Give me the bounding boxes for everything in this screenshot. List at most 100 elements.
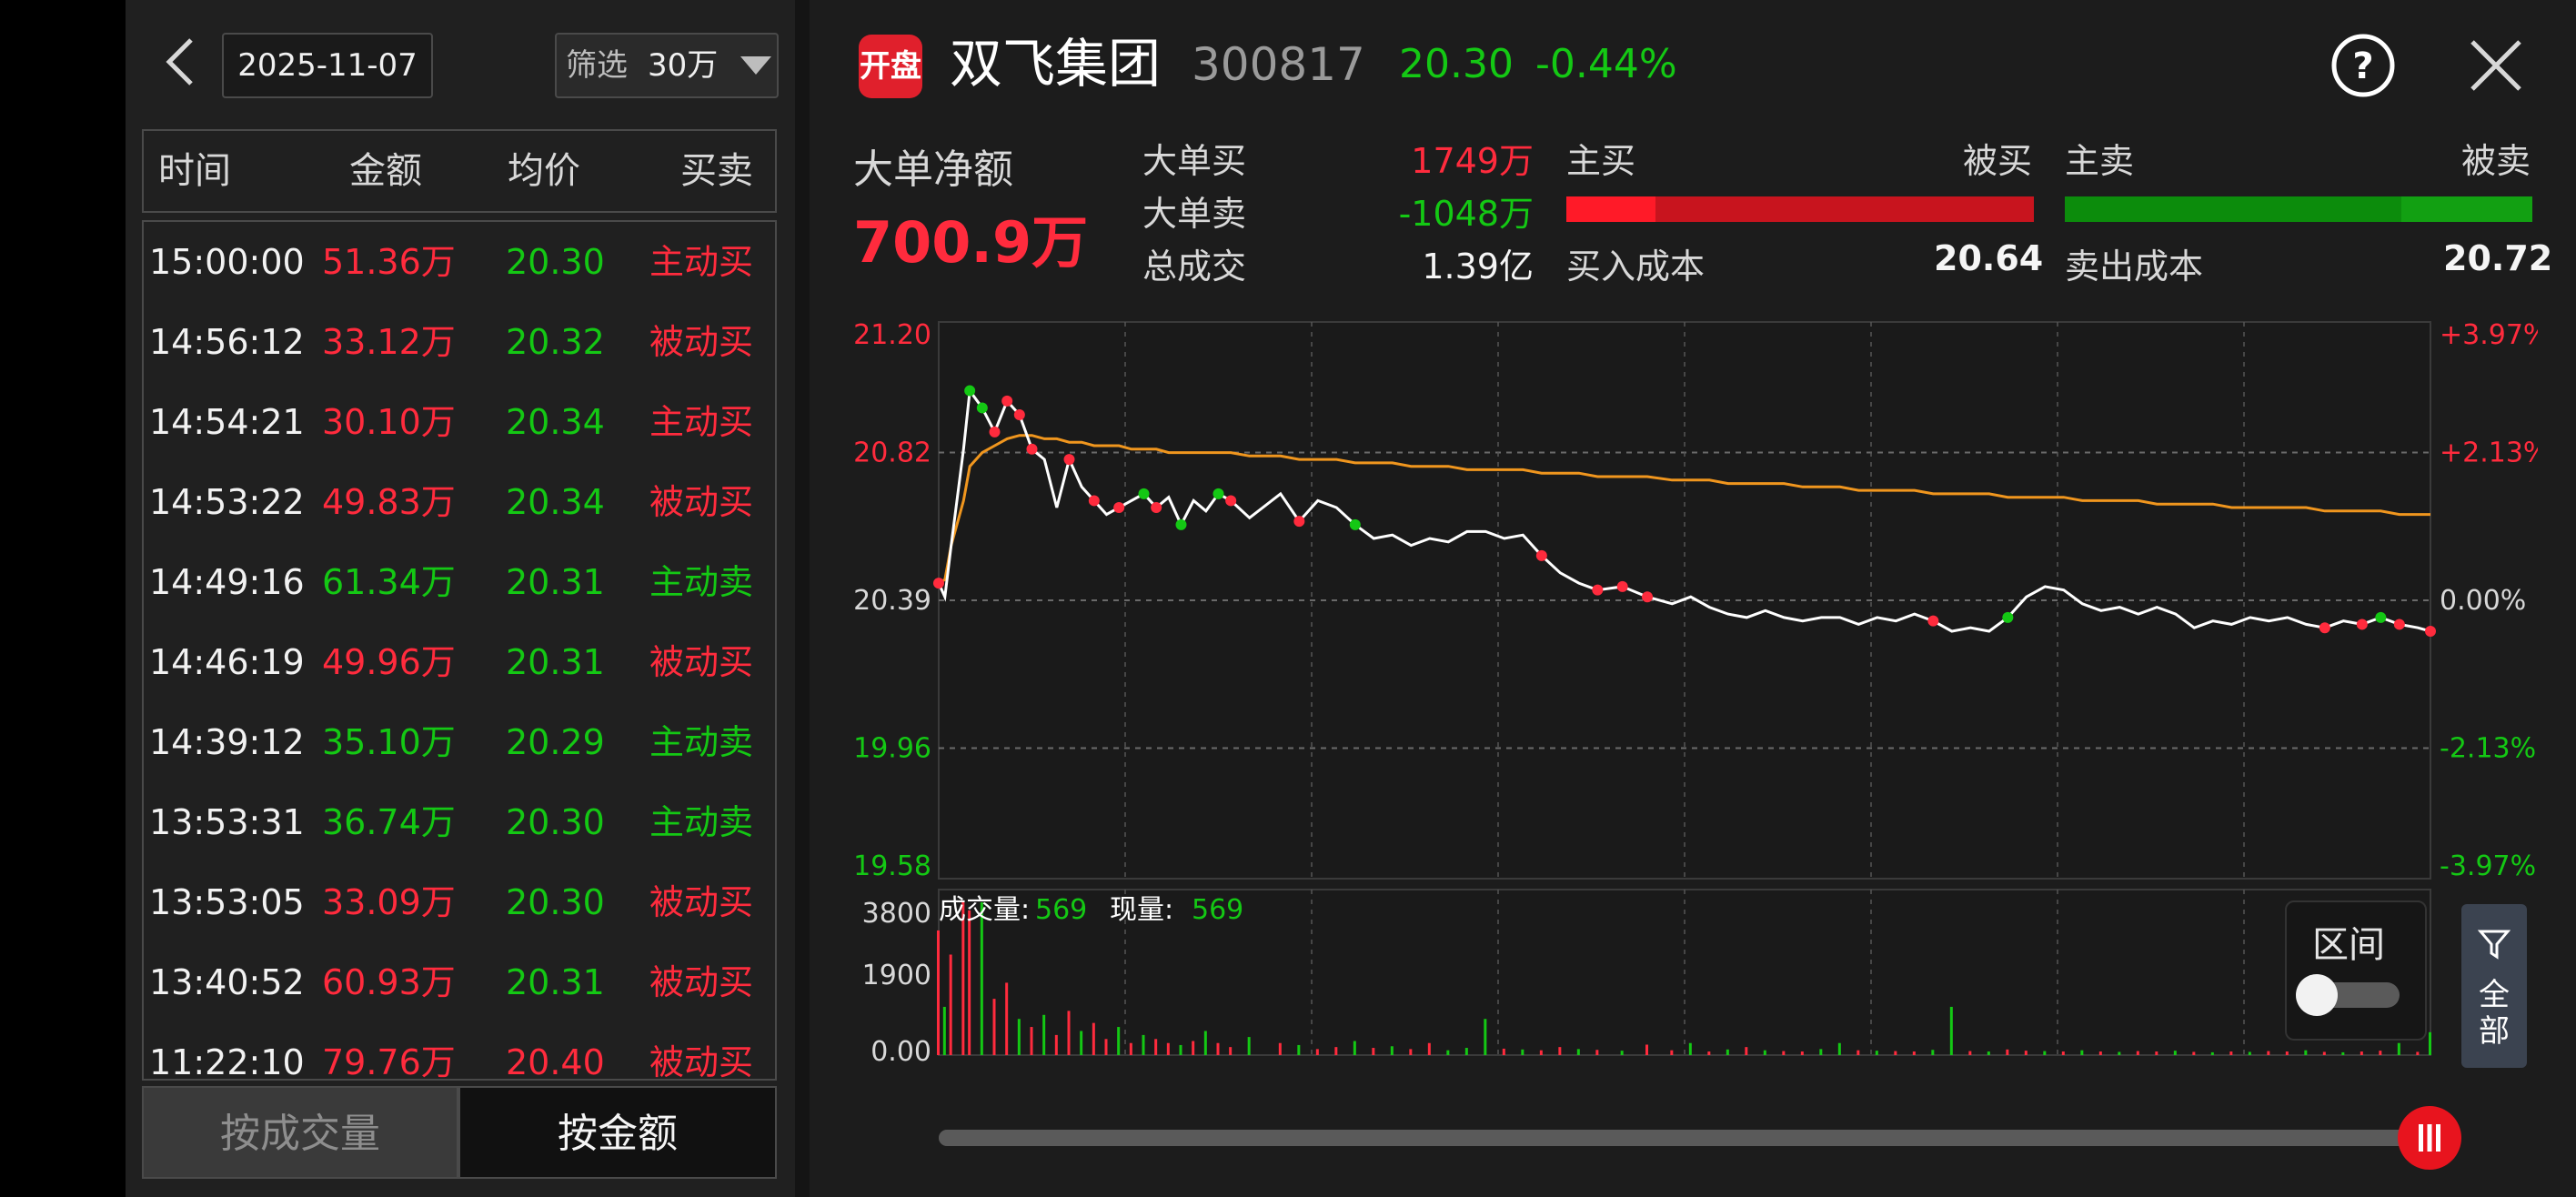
volume-bar [1297,1044,1301,1055]
x-tick-label: 11:00 [1459,1063,1537,1064]
volume-bar [1558,1047,1562,1055]
table-row[interactable]: 13:53:31 36.74万 20.30 主动卖 [144,782,775,862]
volume-bar [1092,1022,1095,1055]
main-sell-label: 主卖 [2065,141,2135,181]
trade-marker-buy [1225,495,1237,507]
table-row[interactable]: 14:39:12 35.10万 20.29 主动卖 [144,702,775,782]
table-row[interactable]: 11:22:10 79.76万 20.40 被动买 [144,1022,775,1081]
volume-bar [1179,1044,1182,1055]
row-time: 11:22:10 [149,1042,305,1081]
x-tick-label: 13:30 [1832,1063,1910,1064]
volume-bar [937,930,940,1055]
time-range-slider-track[interactable] [939,1130,2430,1146]
table-row[interactable]: 14:49:16 61.34万 20.31 主动卖 [144,542,775,622]
filter-all-label: 全部 [2479,977,2510,1050]
row-avg-price: 20.31 [506,562,605,602]
trade-marker-buy [1927,615,1939,627]
stock-change-percent: -0.44% [1535,41,1677,87]
table-row[interactable]: 15:00:00 51.36万 20.30 主动买 [144,222,775,302]
by-volume-tab[interactable]: 按成交量 [142,1086,458,1179]
row-amount: 79.76万 [322,1042,456,1081]
app-logo: 开盘 [859,35,922,98]
filter-icon [2478,930,2511,960]
trade-marker-sell [1213,488,1224,499]
volume-bar [1334,1047,1338,1055]
volume-bar [1502,1048,1505,1055]
volume-info-text: 成交量: [939,894,1030,926]
amount-filter-select[interactable]: 筛选 30万 [555,33,779,98]
trade-marker-buy [1616,580,1628,592]
svg-text:?: ? [2352,45,2373,87]
row-avg-price: 20.29 [506,722,605,762]
stock-name: 双飞集团 [950,33,1162,95]
row-trade-type: 主动卖 [649,802,754,842]
volume-bar [1620,1051,1624,1055]
volume-bar [1782,1051,1786,1055]
table-row[interactable]: 14:56:12 33.12万 20.32 被动买 [144,302,775,382]
row-time: 13:53:05 [149,882,305,922]
table-row[interactable]: 14:46:19 49.96万 20.31 被动买 [144,622,775,702]
volume-bar [2341,1051,2345,1055]
volume-info-text: 569 [1035,894,1087,926]
intraday-chart[interactable]: 21.20 +3.97% 20.82 +2.13% 20.39 0.00% 19.96 -2.… [846,300,2549,1095]
trade-table-body[interactable]: 15:00:00 51.36万 20.30 主动买 14:56:12 33.12万 20.3… [142,220,777,1081]
volume-bar [1216,1042,1220,1055]
row-trade-type: 主动买 [649,402,754,442]
volume-bar [1080,1031,1083,1055]
row-amount: 49.96万 [322,642,456,682]
volume-bar [1894,1051,1897,1055]
y-tick-label: 20.82 [853,438,931,469]
volume-bar [2173,1051,2177,1055]
volume-bar [2322,1051,2326,1055]
trade-marker-buy [933,578,944,589]
passive-buy-label: 被买 [1963,141,2033,181]
slider-handle[interactable] [2398,1106,2461,1170]
back-arrow-icon[interactable] [162,35,198,89]
row-time: 13:40:52 [149,962,305,1002]
table-row[interactable]: 14:53:22 49.83万 20.34 被动买 [144,462,775,542]
row-amount: 51.36万 [322,242,456,282]
volume-bar [1484,1019,1487,1055]
volume-bar [1763,1050,1766,1055]
range-toggle-box[interactable]: 区间 [2285,900,2427,1041]
row-time: 14:49:16 [149,562,305,602]
volume-bar [1726,1049,1729,1055]
table-row[interactable]: 13:53:05 33.09万 20.30 被动买 [144,862,775,942]
row-trade-type: 被动买 [649,482,754,522]
table-row[interactable]: 13:40:52 60.93万 20.31 被动买 [144,942,775,1022]
range-toggle[interactable] [2296,974,2400,1016]
volume-bar [2285,1051,2289,1055]
stock-code: 300817 [1192,38,1365,91]
volume-bar [1229,1047,1233,1055]
volume-bar [2118,1051,2121,1055]
filter-all-button[interactable]: 全部 [2461,904,2527,1068]
big-buy-label: 大单买 [1142,141,1247,181]
volume-bar [1539,1050,1543,1055]
row-time: 14:54:21 [149,402,305,442]
help-icon[interactable]: ? [2330,33,2396,98]
total-volume-value: 1.39亿 [1422,246,1534,287]
trade-marker-sell [1349,518,1361,530]
row-trade-type: 主动卖 [649,722,754,762]
volume-bar [1521,1049,1524,1055]
volume-bar [2267,1051,2270,1055]
volume-bar [968,910,971,1055]
table-row[interactable]: 14:54:21 30.10万 20.34 主动买 [144,382,775,462]
volume-bar [1054,1034,1058,1055]
trade-marker-buy [1113,502,1125,513]
header-amount: 金额 [349,150,422,192]
y-tick-percent: +2.13% [2440,438,2538,469]
big-sell-label: 大单卖 [1142,194,1247,234]
x-tick-label: 09:30 [939,1063,1017,1064]
volume-info-text: 现量: [1110,894,1173,926]
date-picker[interactable]: 2025-11-07 [222,33,433,98]
row-trade-type: 主动卖 [649,562,754,602]
by-amount-tab[interactable]: 按金额 [458,1086,777,1179]
close-icon[interactable] [2467,36,2525,95]
stock-price: 20.30 [1399,41,1514,87]
big-buy-value: 1749万 [1411,141,1534,181]
volume-bar [2155,1051,2158,1055]
volume-bar [1446,1050,1450,1055]
volume-bar [2136,1051,2139,1055]
row-avg-price: 20.40 [506,1042,605,1081]
